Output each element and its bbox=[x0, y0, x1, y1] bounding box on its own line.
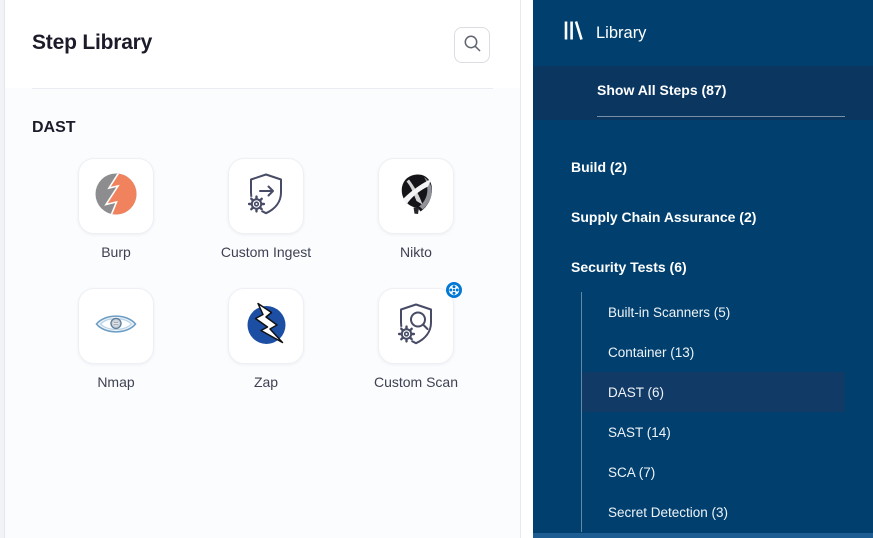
category-supply-chain-assurance[interactable]: Supply Chain Assurance (2) bbox=[533, 192, 873, 242]
category-label: Security Tests (6) bbox=[571, 259, 687, 275]
library-sidebar: Library Show All Steps (87) Build (2) Su… bbox=[533, 0, 873, 538]
plugin-badge-icon bbox=[446, 282, 462, 298]
subcategory-label: Secret Detection (3) bbox=[608, 505, 728, 520]
category-label: Build (2) bbox=[571, 159, 627, 175]
step-label: Nikto bbox=[400, 244, 432, 260]
security-tests-children: Built-in Scanners (5) Container (13) DAS… bbox=[581, 292, 873, 532]
step-card-burp: Burp bbox=[41, 158, 191, 260]
show-all-underline bbox=[597, 116, 845, 117]
subcategory-dast[interactable]: DAST (6) bbox=[582, 372, 845, 412]
show-all-steps-label: Show All Steps (87) bbox=[597, 82, 726, 98]
library-header: Library bbox=[533, 0, 873, 66]
step-tile-custom-scan[interactable] bbox=[378, 288, 454, 364]
nmap-icon bbox=[92, 300, 140, 353]
custom-scan-icon bbox=[392, 300, 440, 353]
panel-gutter bbox=[520, 0, 534, 538]
step-tile-burp[interactable] bbox=[78, 158, 154, 234]
category-build[interactable]: Build (2) bbox=[533, 142, 873, 192]
step-card-custom-ingest: Custom Ingest bbox=[191, 158, 341, 260]
category-label: Supply Chain Assurance (2) bbox=[571, 209, 756, 225]
subcategory-label: SAST (14) bbox=[608, 425, 671, 440]
subcategory-label: SCA (7) bbox=[608, 465, 655, 480]
category-list: Build (2) Supply Chain Assurance (2) Sec… bbox=[533, 120, 873, 532]
step-card-custom-scan: Custom Scan bbox=[341, 288, 491, 390]
show-all-steps[interactable]: Show All Steps (87) bbox=[533, 66, 873, 120]
search-button[interactable] bbox=[454, 27, 490, 63]
step-card-nikto: Nikto bbox=[341, 158, 491, 260]
step-card-nmap: Nmap bbox=[41, 288, 191, 390]
subcategory-container[interactable]: Container (13) bbox=[582, 332, 845, 372]
search-icon bbox=[462, 33, 482, 58]
step-label: Custom Scan bbox=[374, 374, 458, 390]
step-library-app: Step Library DAST bbox=[0, 0, 873, 538]
step-tile-nmap[interactable] bbox=[78, 288, 154, 364]
library-title: Library bbox=[596, 24, 646, 43]
category-security-tests[interactable]: Security Tests (6) bbox=[533, 242, 873, 292]
subcategory-sca[interactable]: SCA (7) bbox=[582, 452, 845, 492]
horizontal-scrollbar[interactable] bbox=[533, 533, 873, 538]
zap-icon bbox=[242, 300, 290, 353]
step-card-zap: Zap bbox=[191, 288, 341, 390]
step-tile-zap[interactable] bbox=[228, 288, 304, 364]
custom-ingest-icon bbox=[242, 170, 290, 223]
burp-icon bbox=[92, 170, 140, 223]
step-tile-nikto[interactable] bbox=[378, 158, 454, 234]
subcategory-label: Container (13) bbox=[608, 345, 694, 360]
subcategory-label: DAST (6) bbox=[608, 385, 664, 400]
step-label: Nmap bbox=[97, 374, 134, 390]
step-label: Zap bbox=[254, 374, 278, 390]
subcategory-label: Built-in Scanners (5) bbox=[608, 305, 730, 320]
step-cards-grid: Burp bbox=[41, 158, 491, 390]
step-library-header: Step Library bbox=[5, 0, 520, 88]
library-icon bbox=[563, 21, 583, 45]
header-divider bbox=[32, 88, 493, 89]
subcategory-built-in-scanners[interactable]: Built-in Scanners (5) bbox=[582, 292, 845, 332]
subcategory-sast[interactable]: SAST (14) bbox=[582, 412, 845, 452]
subcategory-secret-detection[interactable]: Secret Detection (3) bbox=[582, 492, 845, 532]
step-label: Custom Ingest bbox=[221, 244, 311, 260]
step-label: Burp bbox=[101, 244, 131, 260]
step-library-panel: Step Library DAST bbox=[5, 0, 520, 538]
section-label-dast: DAST bbox=[32, 119, 76, 137]
nikto-icon bbox=[392, 170, 440, 223]
step-tile-custom-ingest[interactable] bbox=[228, 158, 304, 234]
page-title: Step Library bbox=[32, 31, 152, 55]
